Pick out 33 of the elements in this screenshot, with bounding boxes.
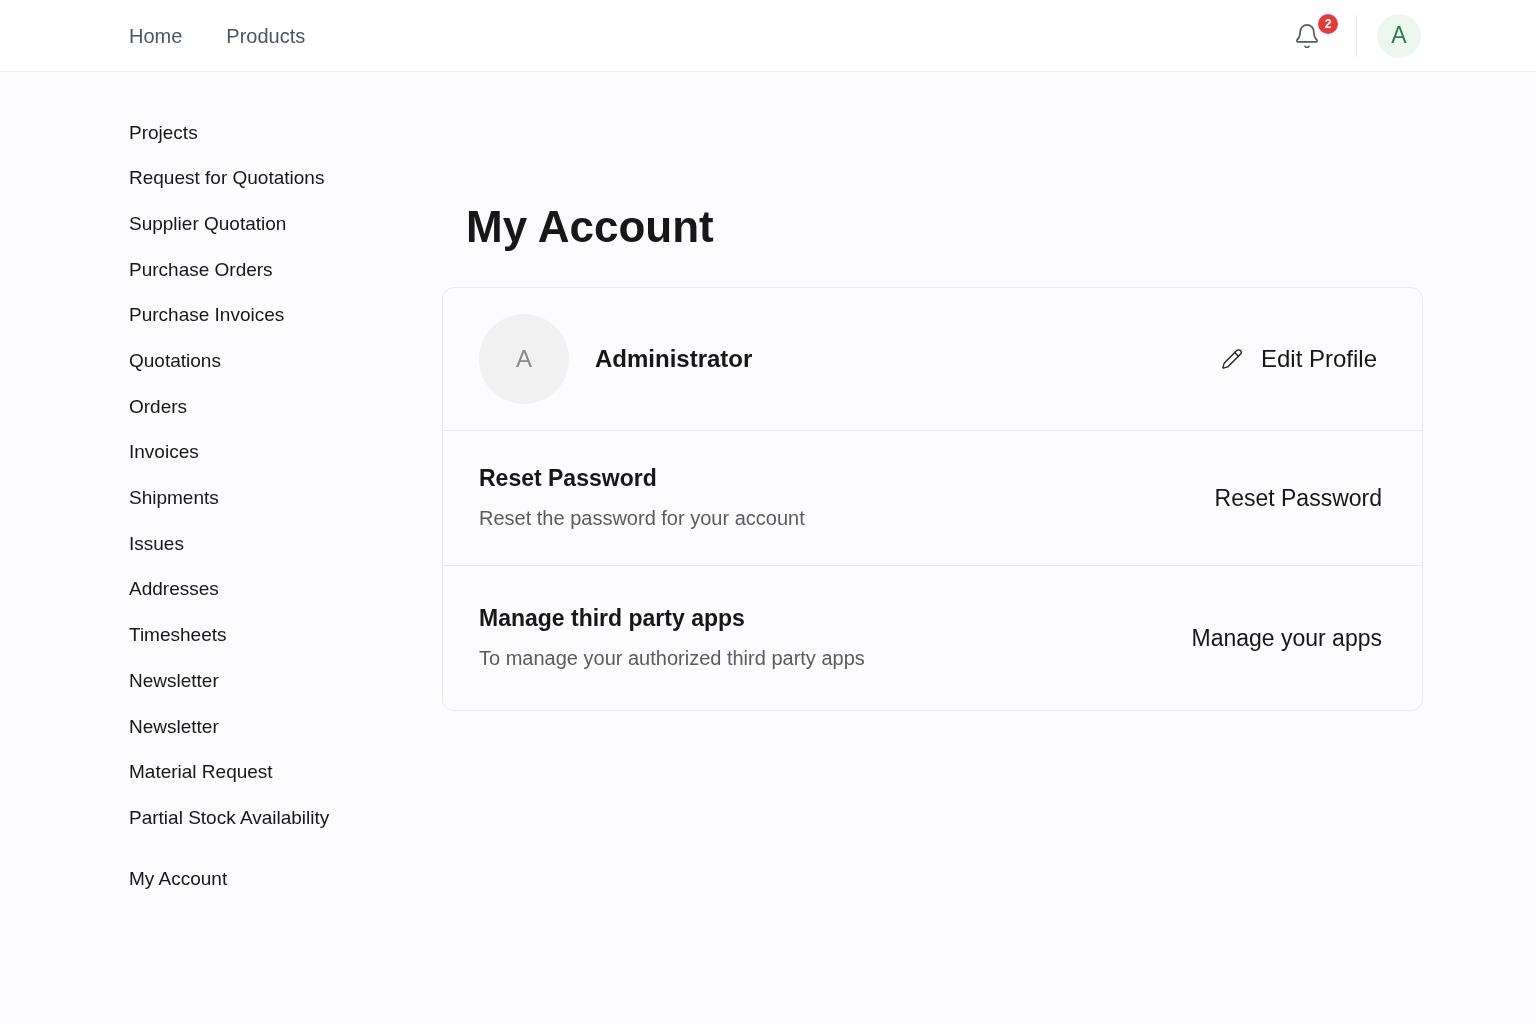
- nav-link[interactable]: Home: [129, 20, 183, 51]
- pencil-icon: [1220, 348, 1243, 370]
- sidebar-link[interactable]: Shipments: [129, 484, 219, 513]
- profile-name: Administrator: [595, 344, 753, 374]
- sidebar-link[interactable]: Invoices: [129, 438, 199, 467]
- section-title: Manage third party apps: [479, 604, 746, 632]
- sidebar-link[interactable]: Issues: [129, 529, 184, 559]
- sidebar-link[interactable]: Request for Quotations: [129, 164, 325, 193]
- sidebar-link[interactable]: Orders: [129, 392, 188, 422]
- user-avatar[interactable]: A: [1377, 13, 1421, 58]
- sidebar-link[interactable]: Newsletter: [129, 712, 219, 742]
- sidebar-link[interactable]: Purchase Invoices: [129, 301, 285, 330]
- sidebar-link[interactable]: Quotations: [129, 347, 221, 376]
- sidebar-link[interactable]: Addresses: [129, 575, 219, 604]
- sidebar-link[interactable]: Supplier Quotation: [129, 209, 287, 239]
- sidebar-link[interactable]: Partial Stock Availability: [129, 803, 330, 833]
- section-action-button[interactable]: Manage your apps: [1191, 620, 1382, 656]
- sidebar-link[interactable]: Timesheets: [129, 621, 227, 650]
- section-action-button[interactable]: Reset Password: [1214, 480, 1382, 516]
- nav-link[interactable]: Products: [226, 20, 306, 51]
- notification-badge: 2: [1318, 13, 1338, 34]
- sidebar-link[interactable]: Projects: [129, 118, 198, 148]
- section-description: To manage your authorized third party apps: [479, 646, 865, 671]
- bell-icon[interactable]: [1296, 23, 1318, 48]
- sidebar-link[interactable]: Purchase Orders: [129, 255, 273, 285]
- page-title: My Account: [466, 201, 714, 253]
- edit-profile-button[interactable]: Edit Profile: [1220, 341, 1377, 377]
- profile-avatar: A: [479, 314, 569, 404]
- section-description: Reset the password for your account: [479, 506, 805, 531]
- section-title: Reset Password: [479, 464, 658, 492]
- sidebar-link[interactable]: Newsletter: [129, 666, 219, 696]
- sidebar-link[interactable]: Material Request: [129, 758, 273, 787]
- sidebar-link[interactable]: My Account: [129, 864, 228, 894]
